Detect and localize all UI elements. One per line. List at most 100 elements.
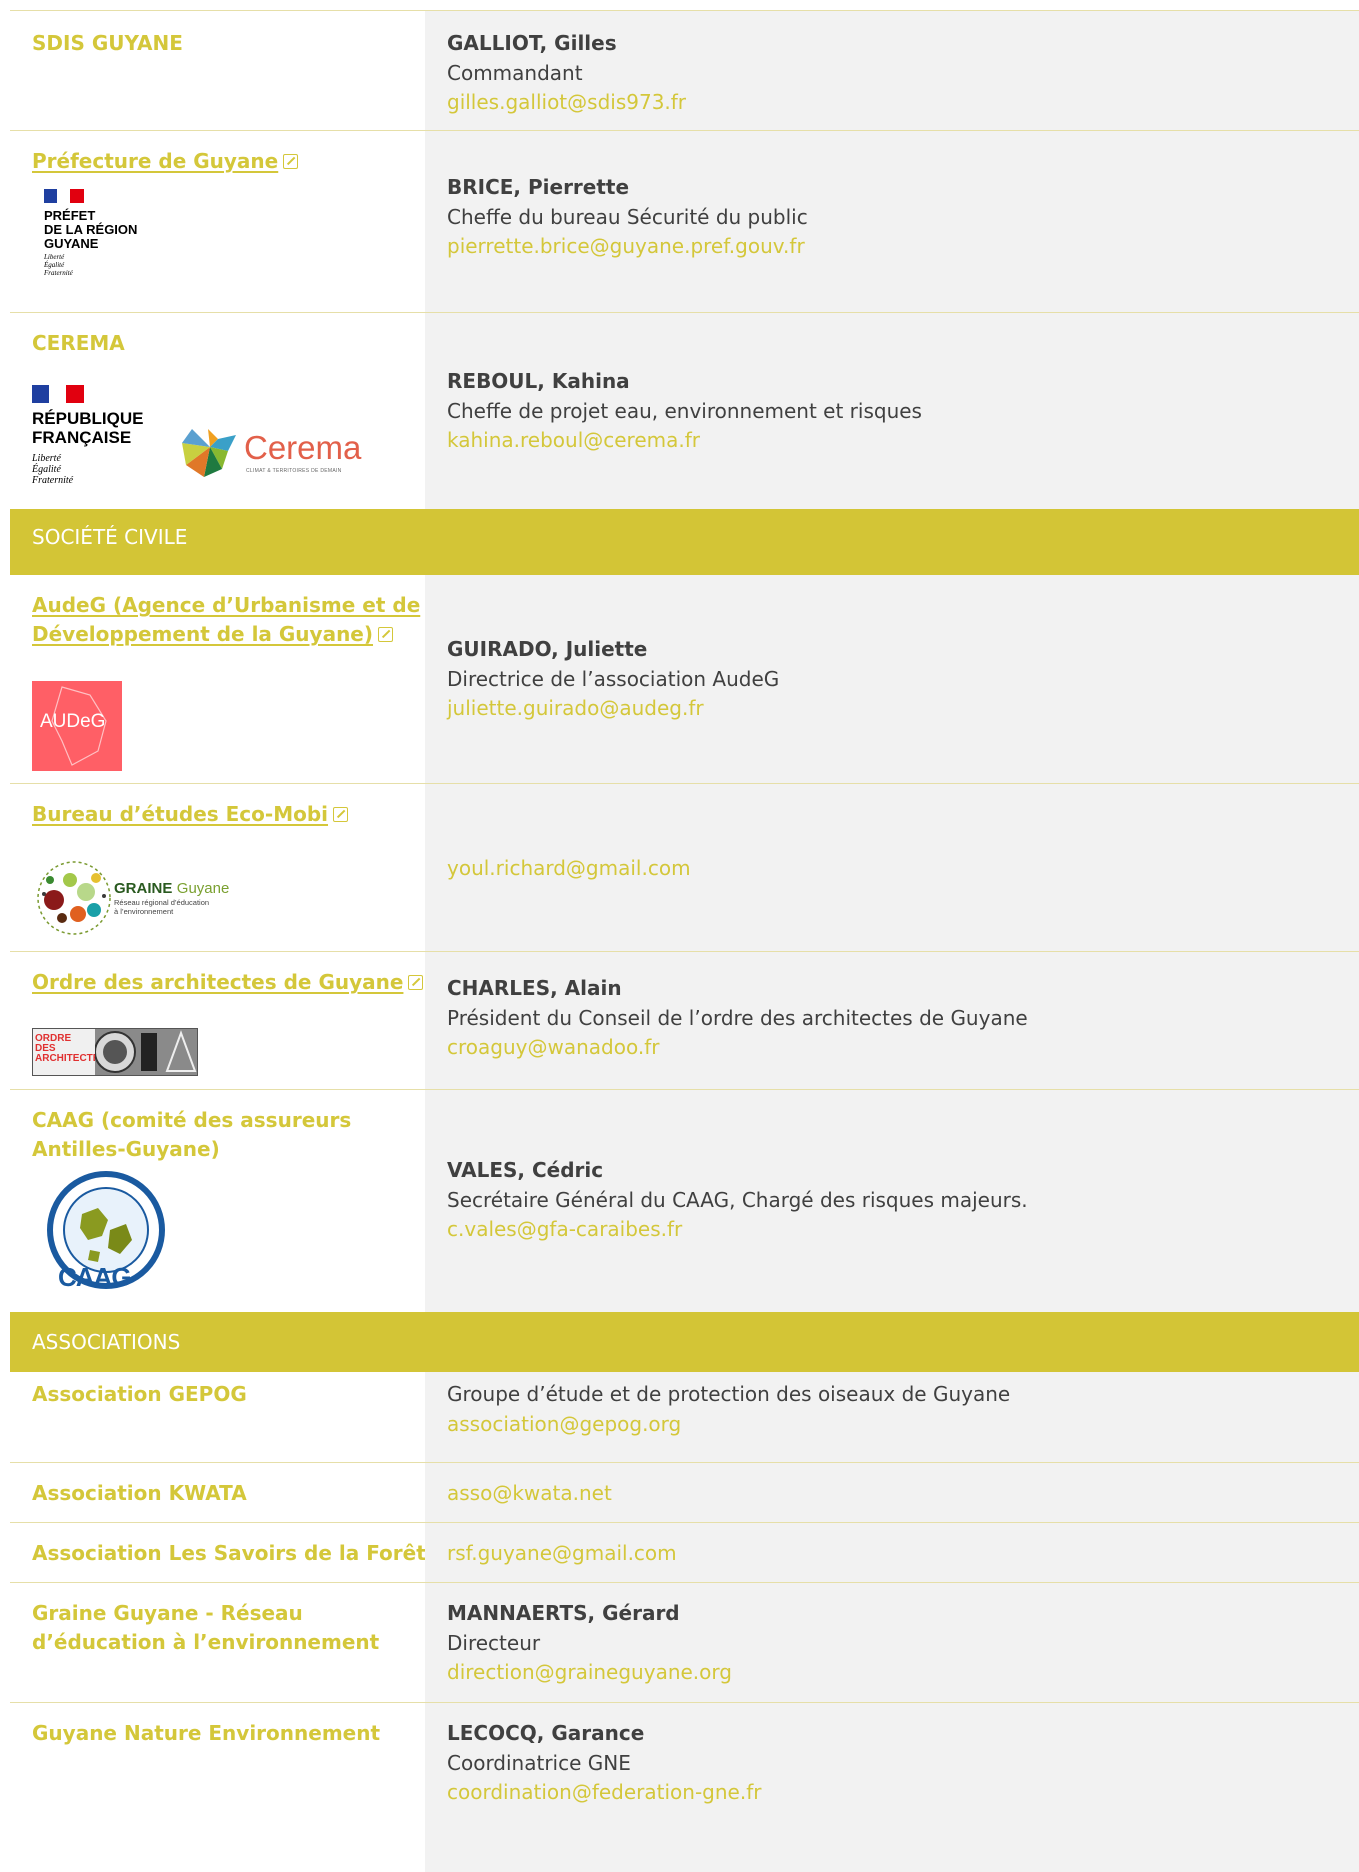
- contact-email[interactable]: pierrette.brice@guyane.pref.gouv.fr: [447, 232, 808, 262]
- contact-name: MANNAERTS, Gérard: [447, 1601, 680, 1625]
- contact-name: REBOUL, Kahina: [447, 369, 630, 393]
- contact-email[interactable]: association@gepog.org: [447, 1410, 1010, 1440]
- table-row: Préfecture de Guyane PRÉFET DE LA RÉGION…: [10, 130, 1359, 312]
- org-name: Association Les Savoirs de la Forêt: [32, 1541, 426, 1565]
- section-header: SOCIÉTÉ CIVILE: [10, 509, 1359, 575]
- table-row: Association GEPOG Groupe d’étude et de p…: [10, 1372, 1359, 1462]
- contact-role: Secrétaire Général du CAAG, Chargé des r…: [447, 1187, 1028, 1212]
- org-name: Association GEPOG: [32, 1382, 247, 1406]
- contact-cell: VALES, Cédric Secrétaire Général du CAAG…: [425, 1090, 1359, 1312]
- logo-text: à l’environnement: [114, 907, 174, 916]
- logo-text: DE LA RÉGION: [44, 222, 138, 237]
- contact-name: GUIRADO, Juliette: [447, 637, 648, 661]
- table-row: Association KWATA asso@kwata.net: [10, 1462, 1359, 1522]
- org-cell: Bureau d’études Eco-Mobi GRAINE Guyane R…: [10, 784, 425, 951]
- audeg-logo: AUDeG: [32, 681, 122, 771]
- contact-name: VALES, Cédric: [447, 1158, 604, 1182]
- contact-email[interactable]: juliette.guirado@audeg.fr: [447, 694, 779, 724]
- cerema-tagline: CLIMAT & TERRITOIRES DE DEMAIN: [246, 468, 342, 474]
- contact-cell: LECOCQ, Garance Coordinatrice GNE coordi…: [425, 1703, 1359, 1872]
- graine-circle-icon: [37, 861, 111, 935]
- contact-name: LECOCQ, Garance: [447, 1721, 645, 1745]
- contact-email[interactable]: gilles.galliot@sdis973.fr: [447, 88, 686, 118]
- section-header: ASSOCIATIONS: [10, 1312, 1359, 1372]
- contact-role: Président du Conseil de l’ordre des arch…: [447, 1005, 1028, 1030]
- table-row: AudeG (Agence d’Urbanisme et de Développ…: [10, 575, 1359, 783]
- org-link[interactable]: Ordre des architectes de Guyane: [32, 968, 424, 997]
- logo-motto: Liberté: [32, 453, 61, 464]
- external-link-icon: [333, 807, 349, 822]
- contact-email[interactable]: direction@graineguyane.org: [447, 1658, 732, 1688]
- org-cell: Graine Guyane - Réseau d’éducation à l’e…: [10, 1583, 425, 1702]
- org-cell: Association Les Savoirs de la Forêt: [10, 1523, 426, 1582]
- contact-email[interactable]: asso@kwata.net: [447, 1479, 612, 1509]
- org-name-line: d’éducation à l’environnement: [32, 1630, 380, 1654]
- org-cell: SDIS GUYANE: [10, 11, 425, 130]
- logo-text: AUDeG: [40, 711, 106, 732]
- contact-cell: asso@kwata.net: [425, 1463, 1359, 1522]
- org-name: Ordre des architectes de Guyane: [32, 970, 404, 994]
- logo-text: Guyane: [176, 880, 230, 897]
- contact-cell: GUIRADO, Juliette Directrice de l’associ…: [425, 575, 1359, 783]
- logo-text: GRAINE: [114, 880, 173, 897]
- table-row: Association Les Savoirs de la Forêt rsf.…: [10, 1522, 1359, 1582]
- contact-table: SDIS GUYANE GALLIOT, Gilles Commandant g…: [0, 0, 1359, 1872]
- contact-name: BRICE, Pierrette: [447, 175, 630, 199]
- contact-role: Groupe d’étude et de protection des oise…: [447, 1382, 1011, 1406]
- contact-cell: CHARLES, Alain Président du Conseil de l…: [425, 952, 1359, 1089]
- contact-role: Cheffe de projet eau, environnement et r…: [447, 398, 922, 423]
- org-cell: Association KWATA: [10, 1463, 425, 1522]
- cerema-mark-icon: [182, 429, 236, 477]
- architectes-logo: ORDRE DES ARCHITECTES: [32, 1028, 198, 1076]
- contact-role: Commandant: [447, 60, 583, 85]
- org-name-line: Antilles-Guyane): [32, 1137, 220, 1161]
- contact-cell: Groupe d’étude et de protection des oise…: [425, 1372, 1359, 1462]
- contact-email[interactable]: coordination@federation-gne.fr: [447, 1778, 761, 1808]
- org-cell: Guyane Nature Environnement: [10, 1703, 425, 1872]
- table-row: Bureau d’études Eco-Mobi GRAINE Guyane R…: [10, 783, 1359, 951]
- org-name: AudeG (Agence d’Urbanisme et de: [32, 593, 421, 617]
- contact-cell: rsf.guyane@gmail.com: [425, 1523, 1359, 1582]
- table-row: Graine Guyane - Réseau d’éducation à l’e…: [10, 1582, 1359, 1702]
- table-row: CAAG (comité des assureurs Antilles-Guya…: [10, 1089, 1359, 1312]
- logo-text: GUYANE: [44, 236, 99, 251]
- contact-role: Directeur: [447, 1630, 541, 1655]
- contact-email[interactable]: youl.richard@gmail.com: [447, 854, 691, 884]
- cerema-logo: Cerema CLIMAT & TERRITOIRES DE DEMAIN: [178, 425, 378, 485]
- contact-email[interactable]: c.vales@gfa-caraibes.fr: [447, 1215, 1028, 1245]
- org-name-line: Graine Guyane - Réseau: [32, 1601, 303, 1625]
- org-cell: CAAG (comité des assureurs Antilles-Guya…: [10, 1090, 425, 1312]
- table-row: Ordre des architectes de Guyane ORDRE DE…: [10, 951, 1359, 1089]
- contact-email[interactable]: croaguy@wanadoo.fr: [447, 1033, 1028, 1063]
- org-name: SDIS GUYANE: [32, 31, 183, 55]
- contact-role: Cheffe du bureau Sécurité du public: [447, 204, 808, 229]
- org-link[interactable]: Bureau d’études Eco-Mobi: [32, 800, 349, 829]
- org-link[interactable]: Préfecture de Guyane: [32, 147, 299, 176]
- contact-cell: BRICE, Pierrette Cheffe du bureau Sécuri…: [425, 131, 1359, 312]
- org-name: Bureau d’études Eco-Mobi: [32, 802, 329, 826]
- logo-motto: Liberté: [44, 253, 65, 261]
- french-flag-icon: [44, 189, 84, 203]
- table-row: Guyane Nature Environnement LECOCQ, Gara…: [10, 1702, 1359, 1872]
- org-cell: Préfecture de Guyane PRÉFET DE LA RÉGION…: [10, 131, 425, 312]
- org-name: Guyane Nature Environnement: [32, 1721, 381, 1745]
- republique-logo: RÉPUBLIQUE FRANÇAISE Liberté Égalité Fra…: [32, 385, 172, 500]
- table-row: SDIS GUYANE GALLIOT, Gilles Commandant g…: [10, 10, 1359, 130]
- contact-cell: MANNAERTS, Gérard Directeur direction@gr…: [425, 1583, 1359, 1702]
- logo-text: FRANÇAISE: [32, 428, 132, 447]
- org-name-line: CAAG (comité des assureurs: [32, 1108, 352, 1132]
- contact-email[interactable]: kahina.reboul@cerema.fr: [447, 426, 922, 456]
- french-flag-icon: [32, 385, 84, 403]
- architecture-graphic-icon: [95, 1029, 197, 1075]
- contact-email[interactable]: rsf.guyane@gmail.com: [447, 1539, 677, 1569]
- graine-logo: GRAINE Guyane Réseau régional d’éducatio…: [32, 856, 252, 946]
- contact-name: GALLIOT, Gilles: [447, 31, 617, 55]
- external-link-icon: [408, 975, 424, 990]
- section-title: ASSOCIATIONS: [32, 1330, 181, 1354]
- logo-text: RÉPUBLIQUE: [32, 409, 144, 428]
- org-name: Association KWATA: [32, 1481, 247, 1505]
- org-name: CAAG (comité des assureurs Antilles-Guya…: [32, 1106, 351, 1164]
- org-link[interactable]: AudeG (Agence d’Urbanisme et de Développ…: [32, 591, 420, 649]
- org-name: Développement de la Guyane): [32, 622, 374, 646]
- org-name: Graine Guyane - Réseau d’éducation à l’e…: [32, 1599, 379, 1657]
